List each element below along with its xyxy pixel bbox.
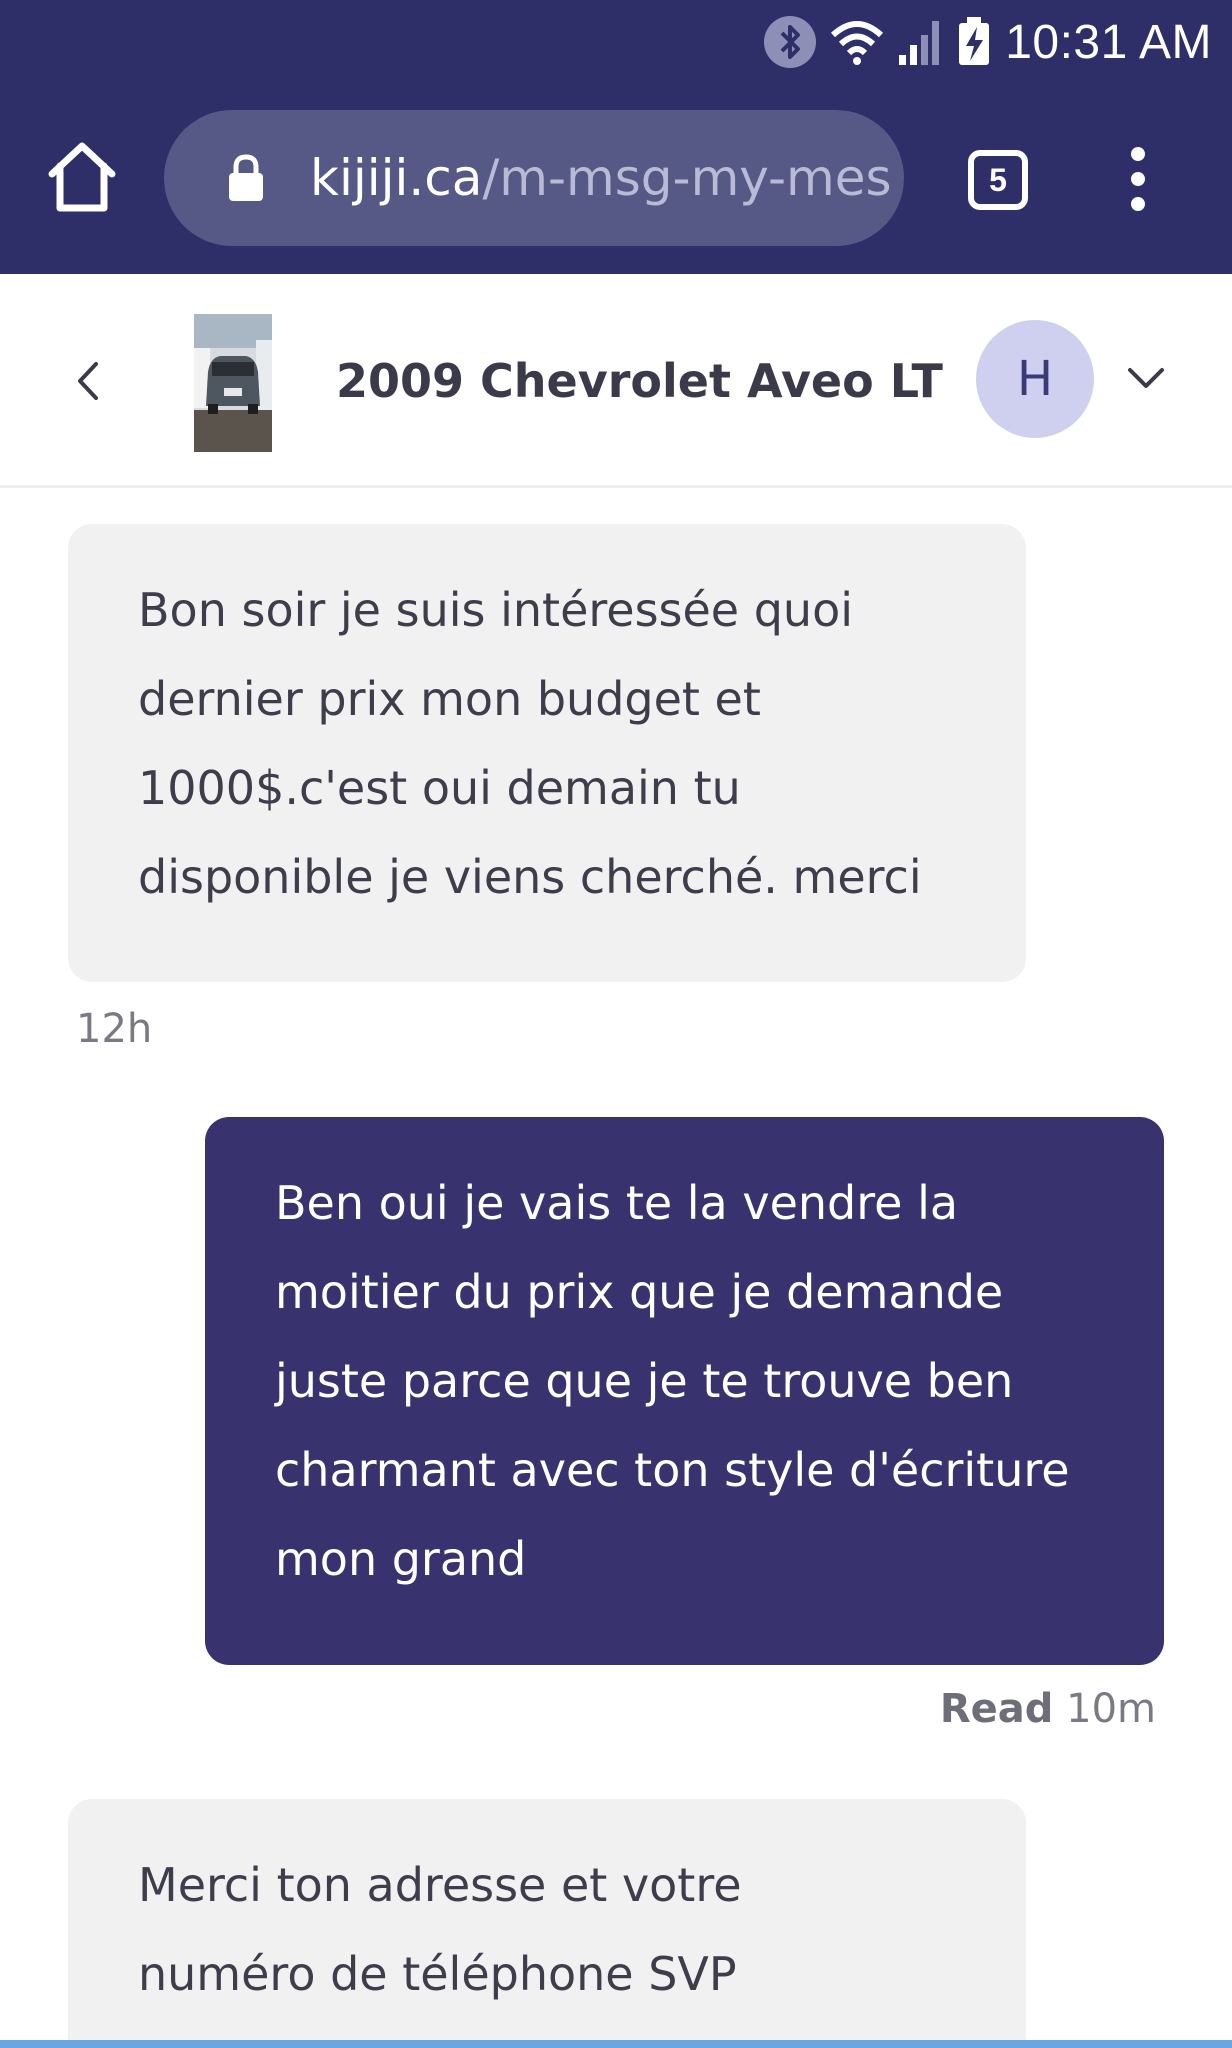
- message-text: Merci ton adresse et votre numéro de tél…: [138, 1858, 742, 2001]
- browser-chrome: 10:31 AM kijiji.ca/m-msg-my-mes 5: [0, 0, 1232, 274]
- tabs-icon[interactable]: 5: [968, 150, 1028, 210]
- status-icons: 10:31 AM: [763, 12, 1212, 72]
- message-text: Ben oui je vais te la vendre la moitier …: [275, 1176, 1070, 1586]
- lock-icon: [229, 154, 263, 201]
- status-bar: 10:31 AM: [0, 0, 1232, 86]
- url-domain: kijiji.ca: [310, 149, 483, 207]
- battery-charging-icon: [959, 17, 990, 65]
- listing-photo[interactable]: [194, 314, 272, 452]
- status-clock: 10:31 AM: [1005, 15, 1212, 69]
- url-path: /m-msg-my-mes: [482, 149, 892, 207]
- message-bubble-incoming[interactable]: Bon soir je suis intéressée quoi dernier…: [68, 524, 1026, 982]
- message-text: Bon soir je suis intéressée quoi dernier…: [138, 583, 922, 904]
- address-bar-row: kijiji.ca/m-msg-my-mes 5: [0, 108, 1232, 248]
- message-list[interactable]: Bon soir je suis intéressée quoi dernier…: [0, 488, 1232, 2048]
- home-icon[interactable]: [44, 138, 120, 214]
- message-timestamp: 12h: [76, 1006, 153, 1052]
- url-text: kijiji.ca/m-msg-my-mes: [310, 149, 892, 207]
- back-chevron-icon[interactable]: [68, 356, 108, 406]
- conversation-header: 2009 Chevrolet Aveo LT H: [0, 274, 1232, 488]
- wifi-icon: [831, 21, 884, 65]
- tab-count: 5: [989, 161, 1007, 198]
- avatar-initial: H: [1016, 351, 1054, 407]
- listing-title[interactable]: 2009 Chevrolet Aveo LT: [336, 354, 943, 408]
- read-status: Read: [939, 1686, 1054, 1732]
- read-receipt: Read 10m: [940, 1686, 1156, 1732]
- avatar[interactable]: H: [976, 320, 1094, 438]
- message-timestamp: 10m: [1066, 1686, 1156, 1732]
- bluetooth-icon: [764, 16, 817, 68]
- bottom-divider: [0, 2040, 1232, 2048]
- message-bubble-incoming[interactable]: Merci ton adresse et votre numéro de tél…: [68, 1799, 1026, 2048]
- message-bubble-outgoing[interactable]: Ben oui je vais te la vendre la moitier …: [205, 1117, 1164, 1665]
- signal-icon: [899, 21, 940, 65]
- chevron-down-icon[interactable]: [1126, 364, 1166, 394]
- url-bar[interactable]: kijiji.ca/m-msg-my-mes: [164, 110, 904, 246]
- overflow-menu-icon[interactable]: [1120, 144, 1156, 214]
